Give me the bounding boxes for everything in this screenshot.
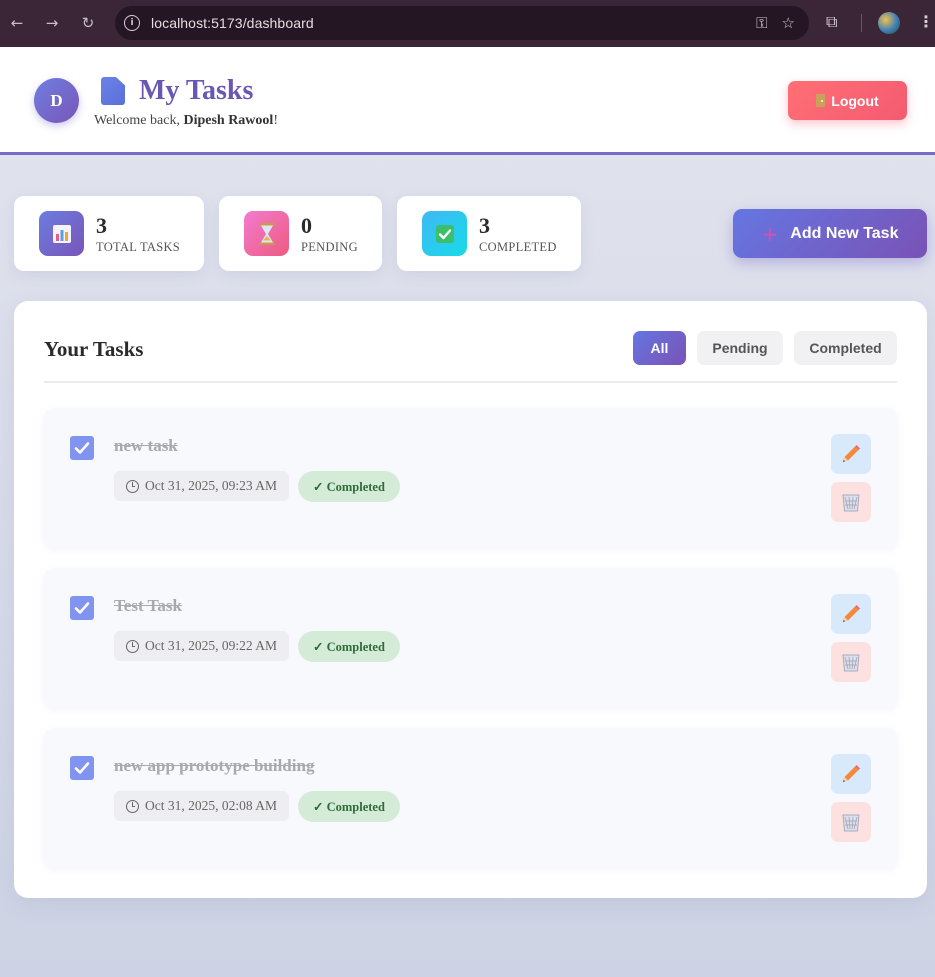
stat-label: PENDING	[301, 240, 358, 254]
document-icon	[101, 77, 125, 105]
task-checkbox[interactable]	[70, 596, 94, 620]
welcome-suffix: !	[273, 113, 278, 128]
task-title: Test Task	[114, 596, 182, 615]
stat-card-total: 3 TOTAL TASKS	[14, 196, 204, 271]
task-date: Oct 31, 2025, 02:08 AM	[114, 791, 290, 821]
toolbar-divider	[861, 14, 862, 32]
task-date-text: Oct 31, 2025, 09:22 AM	[145, 638, 278, 653]
profile-avatar[interactable]	[878, 12, 900, 34]
delete-button[interactable]	[831, 642, 871, 682]
page-title: My Tasks	[139, 75, 254, 106]
task-date-text: Oct 31, 2025, 09:23 AM	[145, 478, 278, 493]
section-title: Your Tasks	[44, 337, 144, 361]
bookmark-star-icon[interactable]: ☆	[782, 14, 795, 32]
clock-icon	[126, 799, 139, 813]
pencil-icon	[843, 605, 860, 622]
clock-icon	[126, 479, 139, 493]
task-title: new task	[114, 436, 178, 455]
wastebasket-icon	[842, 494, 860, 512]
task-date: Oct 31, 2025, 09:23 AM	[114, 471, 290, 501]
stat-card-completed: 3 COMPLETED	[397, 196, 581, 271]
browser-menu-icon[interactable]: ⋮	[918, 12, 934, 31]
site-info-icon[interactable]: i	[124, 15, 140, 31]
stat-label: TOTAL TASKS	[96, 240, 181, 254]
stat-value: 3	[479, 213, 490, 238]
divider	[44, 381, 897, 383]
filter-completed[interactable]: Completed	[794, 331, 897, 365]
edit-button[interactable]	[831, 434, 871, 474]
tasks-panel: Your Tasks All Pending Completed new tas…	[14, 301, 927, 898]
chart-icon	[39, 211, 84, 256]
status-badge: ✓ Completed	[298, 791, 400, 822]
edit-button[interactable]	[831, 754, 871, 794]
delete-button[interactable]	[831, 802, 871, 842]
hourglass-icon	[244, 211, 289, 256]
back-icon[interactable]: ←	[6, 12, 28, 34]
task-item: Test Task Oct 31, 2025, 09:22 AM ✓ Compl…	[44, 568, 897, 708]
wastebasket-icon	[842, 814, 860, 832]
welcome-message: Welcome back, Dipesh Rawool!	[94, 113, 278, 129]
add-task-label: Add New Task	[790, 224, 899, 242]
key-icon[interactable]: ⚿	[756, 14, 767, 32]
task-date: Oct 31, 2025, 09:22 AM	[114, 631, 290, 661]
stat-value: 3	[96, 213, 107, 238]
url-text[interactable]: localhost:5173/dashboard	[151, 15, 314, 31]
avatar: D	[34, 78, 79, 123]
task-date-text: Oct 31, 2025, 02:08 AM	[145, 798, 278, 813]
extensions-icon[interactable]: ⧉	[826, 12, 837, 32]
stat-card-pending: 0 PENDING	[219, 196, 382, 271]
app-header: D My Tasks Welcome back, Dipesh Rawool! …	[0, 47, 935, 155]
plus-icon: +	[761, 221, 779, 246]
door-icon	[816, 94, 826, 107]
stat-label: COMPLETED	[479, 240, 557, 254]
browser-toolbar: ← → ↻ i localhost:5173/dashboard ⚿ ☆ ⧉ ⋮	[0, 0, 935, 47]
reload-icon[interactable]: ↻	[77, 12, 99, 34]
pencil-icon	[843, 765, 860, 782]
logout-label: Logout	[831, 92, 879, 109]
task-item: new task Oct 31, 2025, 09:23 AM ✓ Comple…	[44, 408, 897, 548]
logout-button[interactable]: Logout	[788, 81, 907, 120]
wastebasket-icon	[842, 654, 860, 672]
address-bar[interactable]: i localhost:5173/dashboard ⚿ ☆	[115, 6, 809, 40]
check-box-icon	[422, 211, 467, 256]
filter-tabs: All Pending Completed	[633, 331, 897, 365]
clock-icon	[126, 639, 139, 653]
task-item: new app prototype building Oct 31, 2025,…	[44, 728, 897, 868]
add-task-button[interactable]: + Add New Task	[733, 209, 927, 258]
delete-button[interactable]	[831, 482, 871, 522]
task-title: new app prototype building	[114, 756, 315, 775]
status-badge: ✓ Completed	[298, 631, 400, 662]
edit-button[interactable]	[831, 594, 871, 634]
welcome-prefix: Welcome back,	[94, 113, 184, 128]
task-checkbox[interactable]	[70, 756, 94, 780]
user-name: Dipesh Rawool	[183, 113, 274, 128]
forward-icon[interactable]: →	[41, 12, 63, 34]
task-checkbox[interactable]	[70, 436, 94, 460]
title-group: My Tasks	[101, 75, 253, 107]
filter-all[interactable]: All	[633, 331, 686, 365]
filter-pending[interactable]: Pending	[697, 331, 783, 365]
pencil-icon	[843, 445, 860, 462]
status-badge: ✓ Completed	[298, 471, 400, 502]
stat-value: 0	[301, 213, 312, 238]
